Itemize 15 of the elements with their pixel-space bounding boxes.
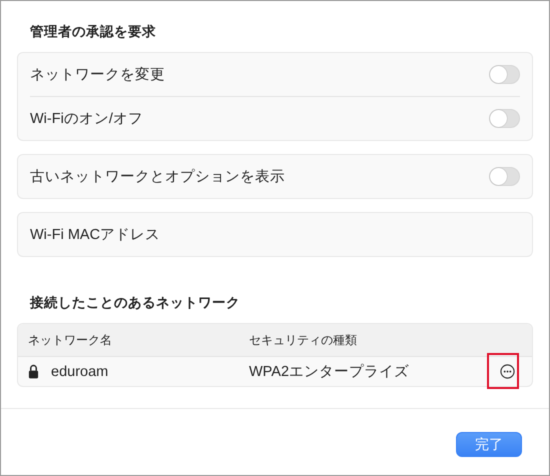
setting-label: ネットワークを変更 xyxy=(30,66,165,84)
section-title: 接続したことのあるネットワーク xyxy=(30,294,241,312)
section-title: 管理者の承認を要求 xyxy=(30,23,157,41)
security-type: WPA2エンタープライズ xyxy=(249,362,410,381)
toggle-switch[interactable] xyxy=(489,109,520,128)
toggle-switch[interactable] xyxy=(489,167,520,186)
setting-label: Wi-Fiのオン/オフ xyxy=(30,110,143,128)
more-options-icon[interactable] xyxy=(500,364,514,379)
column-header: ネットワーク名 xyxy=(27,332,113,348)
column-header: セキュリティの種類 xyxy=(249,332,358,348)
setting-label: 古いネットワークとオプションを表示 xyxy=(30,168,285,186)
network-name: eduroam xyxy=(51,364,108,380)
toggle-switch[interactable] xyxy=(489,65,520,84)
done-button[interactable]: 完了 xyxy=(456,432,522,457)
setting-label: Wi-Fi MACアドレス xyxy=(30,226,160,244)
